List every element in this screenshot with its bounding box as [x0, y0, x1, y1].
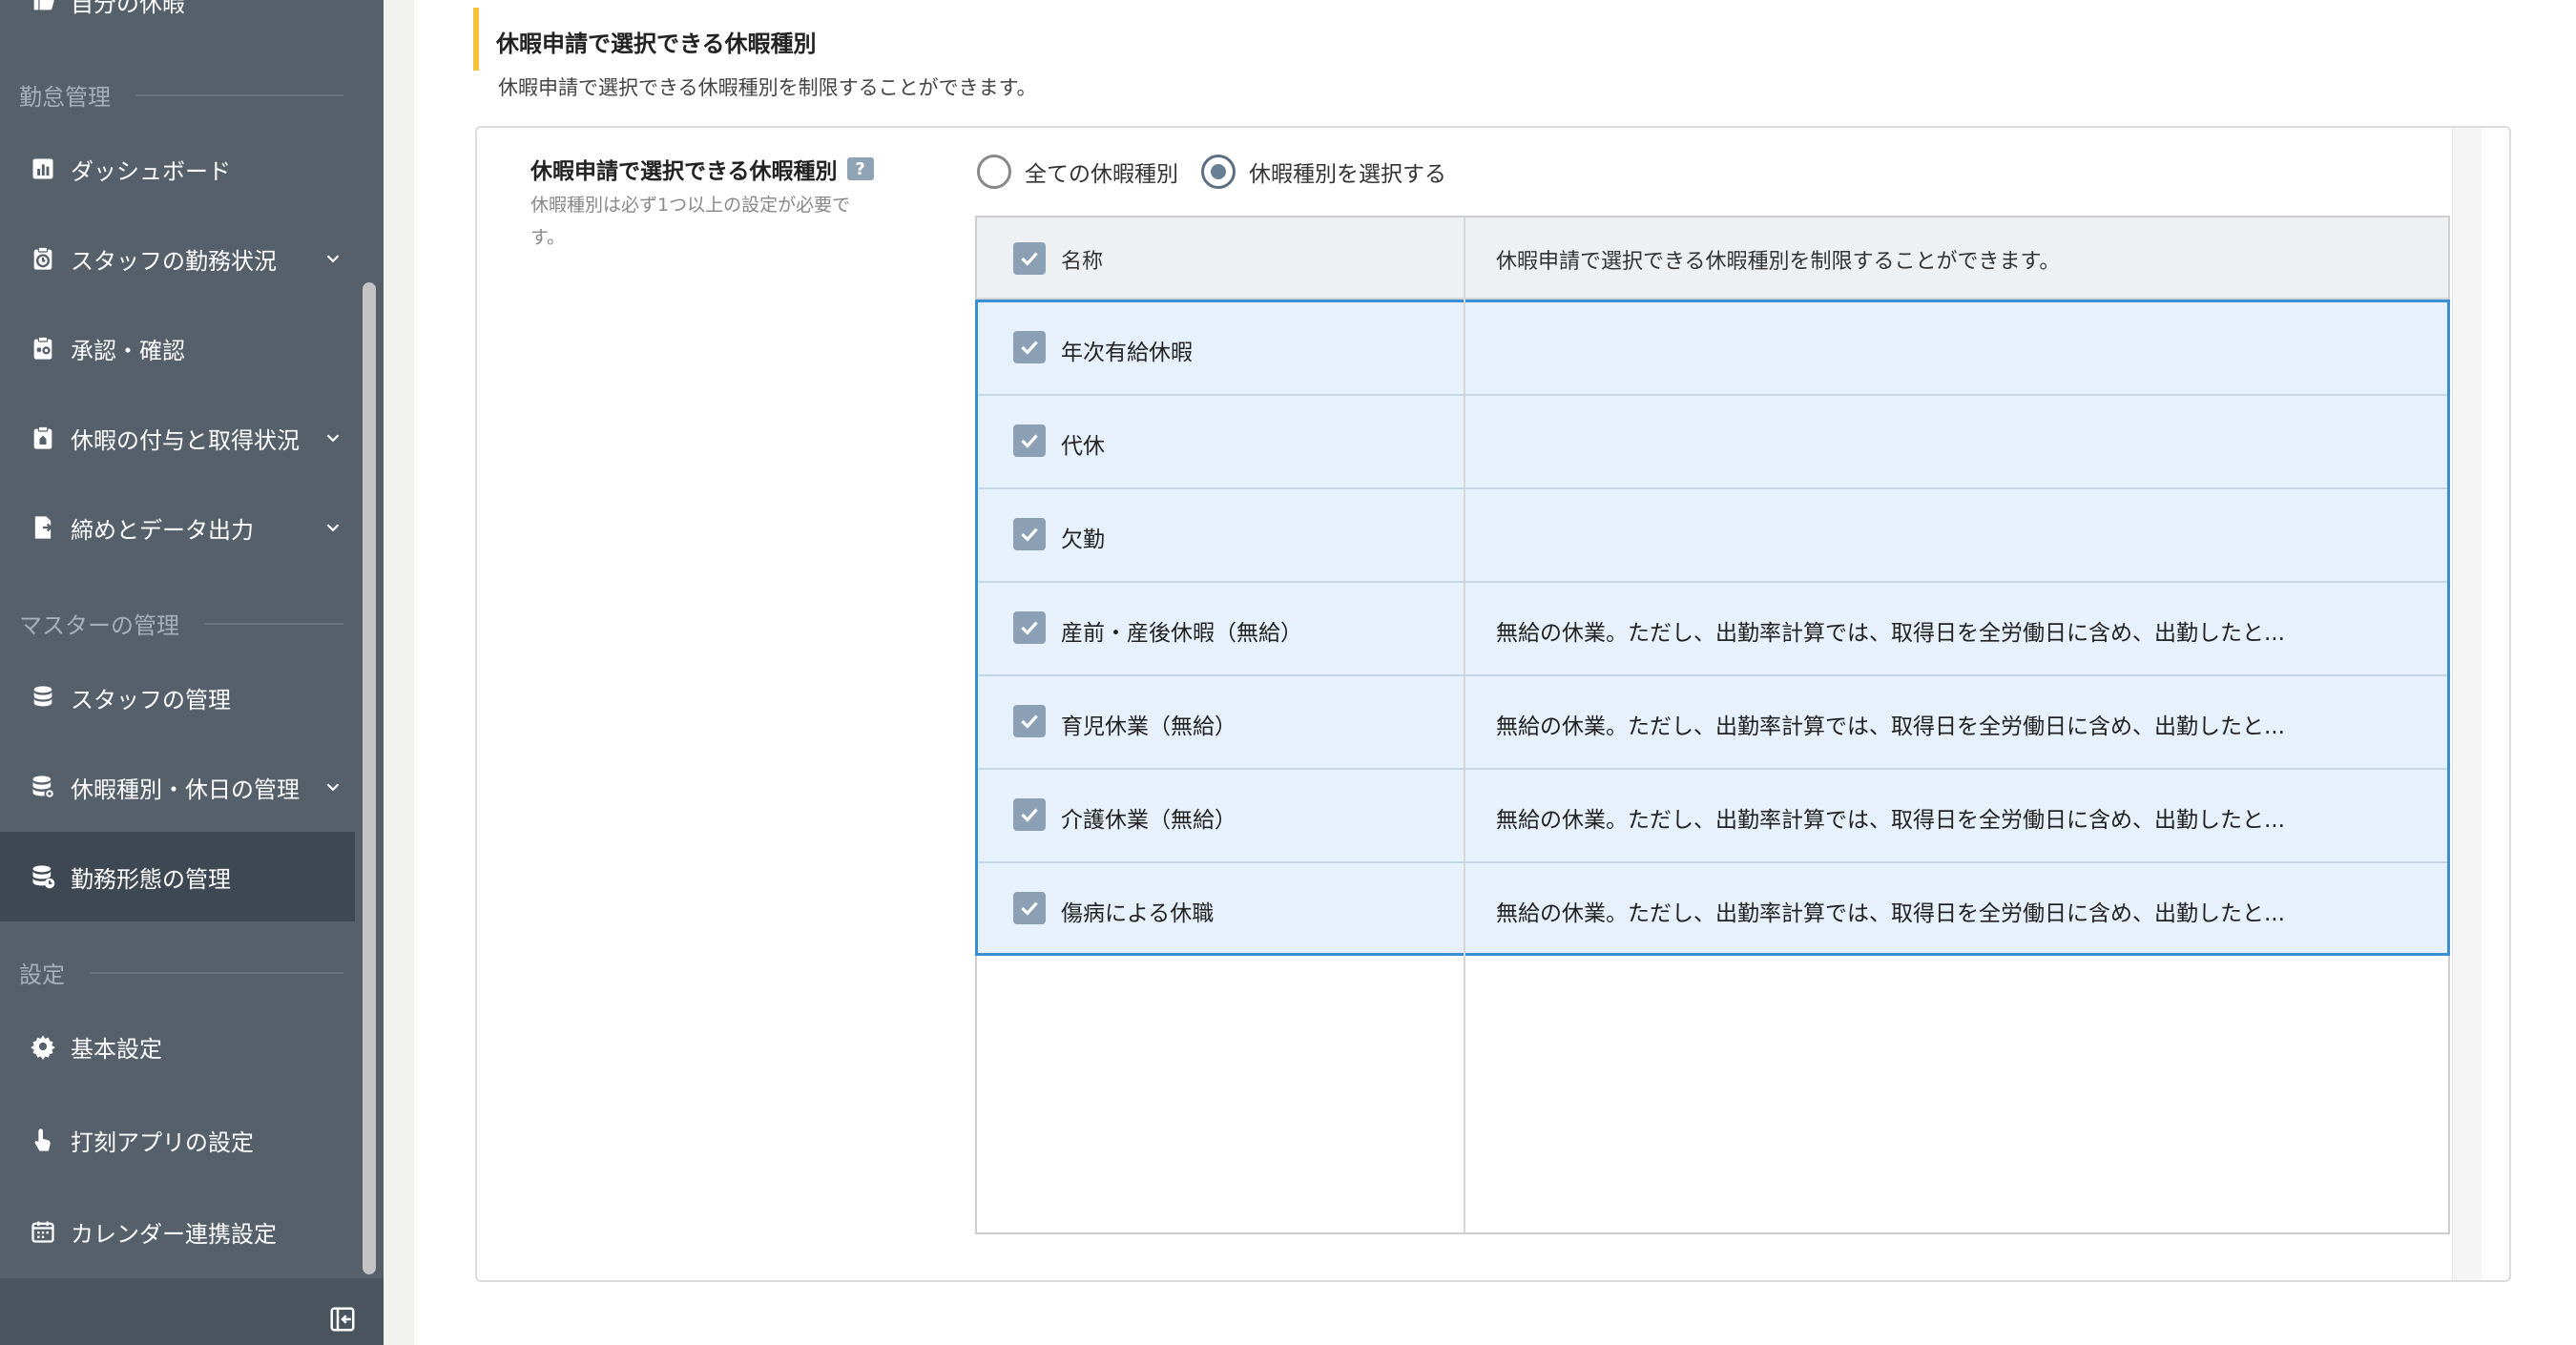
sidebar-item-leave-grant[interactable]: 休暇の付与と取得状況: [0, 393, 355, 483]
check-icon: [1021, 341, 1038, 355]
check-icon: [1021, 434, 1038, 448]
leave-type-radio-group: 全ての休暇種別 休暇種別を選択する: [977, 155, 1469, 189]
sidebar-item-staff-status[interactable]: スタッフの勤務状況: [0, 214, 355, 303]
sidebar-item-work-patterns[interactable]: 勤務形態の管理: [0, 832, 355, 921]
title-accent-bar: [473, 8, 479, 71]
gear-icon: [29, 1032, 57, 1061]
field-note: 休暇種別は必ず1つ以上の設定が必要です。: [530, 195, 851, 248]
sidebar-item-label: 勤務形態の管理: [71, 865, 231, 893]
table-row[interactable]: [978, 302, 2447, 396]
leave-hand-icon: [29, 0, 57, 15]
row-name: 傷病による休職: [1061, 901, 1215, 926]
radio-circle[interactable]: [977, 155, 1011, 189]
row-name: 年次有給休暇: [1061, 341, 1193, 365]
row-checkbox[interactable]: [1013, 705, 1046, 737]
row-description: 無給の休業。ただし、出勤率計算では、取得日を全労働日に含め、出勤したと...: [1496, 714, 2285, 739]
select-all-checkbox[interactable]: [1013, 242, 1046, 275]
check-icon: [1021, 714, 1038, 729]
layout-gutter: [384, 0, 414, 1345]
row-name: 代休: [1061, 434, 1105, 459]
chevron-down-icon: [317, 511, 349, 544]
field-label: 休暇申請で選択できる休暇種別 ?: [530, 153, 874, 185]
radio-select-leave-types[interactable]: 休暇種別を選択する: [1201, 155, 1446, 189]
calendar-icon: [29, 1217, 57, 1246]
row-name: 介護休業（無給）: [1061, 808, 1236, 833]
chevron-down-icon: [317, 771, 349, 803]
row-checkbox[interactable]: [1013, 331, 1046, 363]
sidebar-item-label: 自分の休暇: [71, 0, 185, 17]
row-name: 欠勤: [1061, 528, 1105, 552]
sidebar-item-dashboard[interactable]: ダッシュボード: [0, 124, 355, 214]
card-scrollbar[interactable]: [2452, 128, 2482, 1280]
database-clock-icon: [29, 862, 57, 891]
sidebar-item-label: カレンダー連携設定: [71, 1220, 277, 1248]
sidebar-item-approval[interactable]: 承認・確認: [0, 303, 355, 393]
sidebar-item-calendar-integration[interactable]: カレンダー連携設定: [0, 1187, 355, 1276]
chevron-down-icon: [317, 422, 349, 454]
leave-clipboard-icon: [29, 424, 57, 452]
sidebar-item-label: 締めとデータ出力: [71, 516, 254, 544]
sidebar-item-staff-management[interactable]: スタッフの管理: [0, 652, 355, 742]
check-icon: [1021, 528, 1038, 542]
clock-clipboard-icon: [29, 244, 57, 273]
sidebar: 自分の休暇 勤怠管理 ダッシュボード スタッフの勤務状況 承認・確認 休暇の付与…: [0, 0, 384, 1345]
check-icon: [1021, 901, 1038, 916]
row-name: 育児休業（無給）: [1061, 714, 1236, 739]
column-header-description: 休暇申請で選択できる休暇種別を制限することができます。: [1496, 250, 2061, 274]
section-master: マスターの管理: [19, 607, 343, 640]
database-icon: [29, 683, 57, 712]
sidebar-footer: [0, 1278, 384, 1345]
sidebar-item-leave-types[interactable]: 休暇種別・休日の管理: [0, 742, 355, 832]
column-header-name: 名称: [1061, 250, 1104, 274]
row-description: 無給の休業。ただし、出勤率計算では、取得日を全労働日に含め、出勤したと...: [1496, 808, 2285, 833]
row-checkbox[interactable]: [1013, 611, 1046, 644]
sidebar-item-my-leave[interactable]: 自分の休暇: [0, 0, 355, 46]
row-description: 無給の休業。ただし、出勤率計算では、取得日を全労働日に含め、出勤したと...: [1496, 621, 2285, 646]
chart-icon: [29, 155, 57, 183]
help-icon[interactable]: ?: [846, 157, 874, 180]
sidebar-item-basic-settings[interactable]: 基本設定: [0, 1002, 355, 1091]
row-description: 無給の休業。ただし、出勤率計算では、取得日を全労働日に含め、出勤したと...: [1496, 901, 2285, 926]
sidebar-item-label: スタッフの管理: [71, 686, 231, 714]
sidebar-item-label: 基本設定: [71, 1035, 162, 1063]
radio-circle[interactable]: [1201, 155, 1236, 189]
document-export-icon: [29, 513, 57, 542]
sidebar-item-label: 承認・確認: [71, 337, 185, 364]
chevron-down-icon: [317, 242, 349, 275]
sidebar-item-label: 打刻アプリの設定: [71, 1128, 254, 1156]
row-checkbox[interactable]: [1013, 798, 1046, 831]
sidebar-item-closing-export[interactable]: 締めとデータ出力: [0, 483, 355, 572]
check-icon: [1021, 252, 1038, 266]
approve-clipboard-icon: [29, 334, 57, 362]
sidebar-item-label: 休暇の付与と取得状況: [71, 426, 300, 454]
sidebar-item-label: ダッシュボード: [71, 157, 231, 185]
sidebar-item-punch-app[interactable]: 打刻アプリの設定: [0, 1095, 355, 1185]
sidebar-item-label: 休暇種別・休日の管理: [71, 776, 300, 803]
collapse-sidebar-icon[interactable]: [328, 1305, 357, 1334]
hand-tap-icon: [29, 1126, 57, 1154]
sidebar-item-label: スタッフの勤務状況: [71, 247, 277, 275]
section-settings: 設定: [19, 956, 343, 989]
database-gear-icon: [29, 773, 57, 801]
page-description: 休暇申請で選択できる休暇種別を制限することができます。: [498, 76, 1037, 99]
page-title: 休暇申請で選択できる休暇種別: [496, 31, 817, 57]
row-name: 産前・産後休暇（無給）: [1061, 621, 1302, 646]
radio-all-leave-types[interactable]: 全ての休暇種別: [977, 155, 1178, 189]
table-row[interactable]: [978, 489, 2447, 583]
table-row[interactable]: [978, 396, 2447, 489]
row-checkbox[interactable]: [1013, 424, 1046, 457]
check-icon: [1021, 621, 1038, 635]
sidebar-scrollbar[interactable]: [363, 282, 376, 1274]
row-checkbox[interactable]: [1013, 892, 1046, 924]
row-checkbox[interactable]: [1013, 518, 1046, 550]
section-attendance: 勤怠管理: [19, 78, 343, 112]
check-icon: [1021, 808, 1038, 822]
